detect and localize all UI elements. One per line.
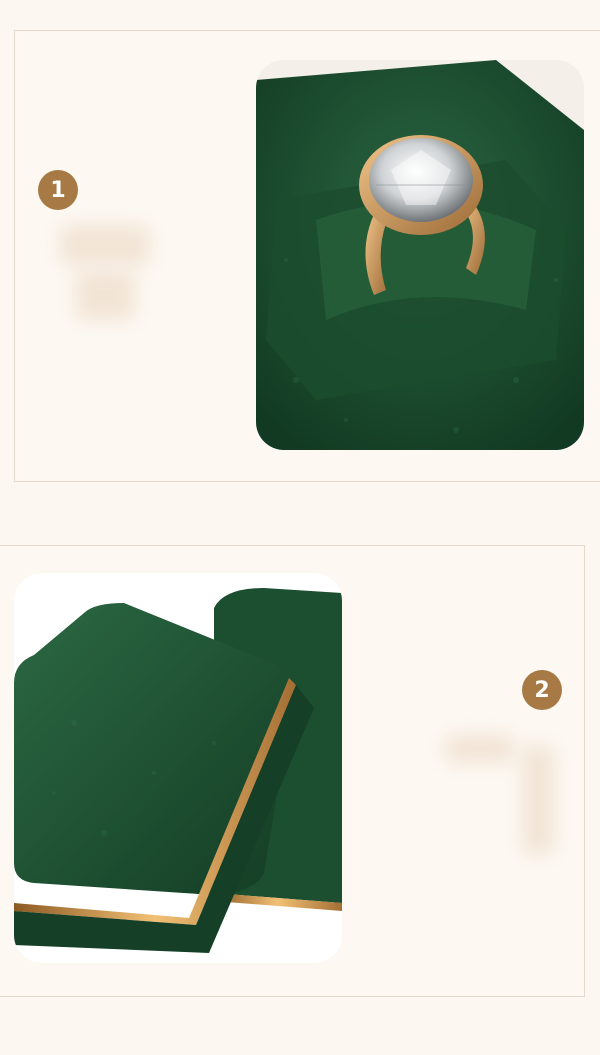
blurred-caption-2 <box>445 735 515 763</box>
ring-box-photo <box>256 60 584 450</box>
closed-boxes-photo <box>14 573 342 963</box>
blurred-caption-1b <box>75 270 135 320</box>
section-2-number-badge: 2 <box>522 670 562 710</box>
blurred-caption-2b <box>522 745 554 855</box>
section-1-number-badge: 1 <box>38 170 78 210</box>
blurred-caption-1 <box>60 225 150 265</box>
